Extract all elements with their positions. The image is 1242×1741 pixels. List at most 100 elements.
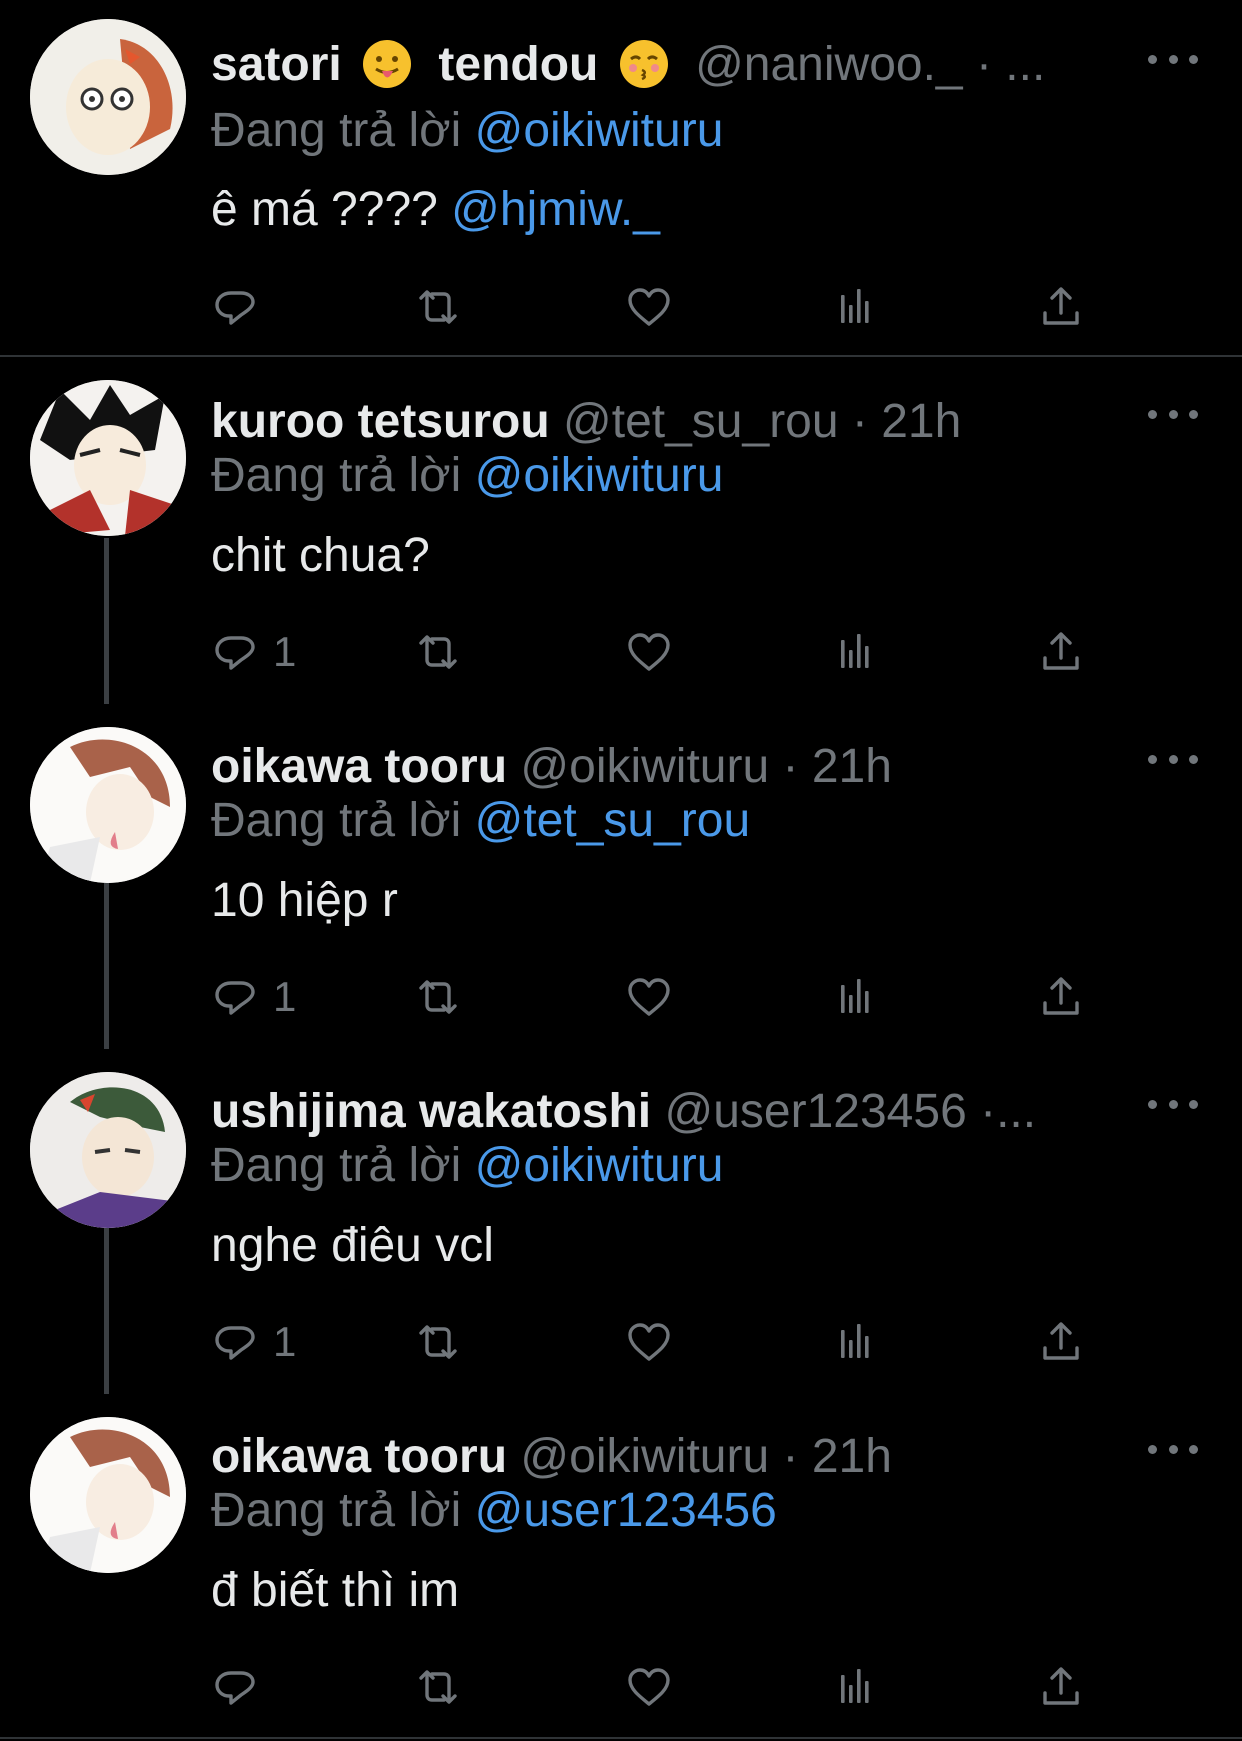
avatar-oikawa[interactable] <box>30 1417 186 1573</box>
display-name[interactable]: kuroo tetsurou <box>211 395 550 448</box>
handle[interactable]: @naniwoo._ · ... <box>695 38 1045 91</box>
retweet-button[interactable] <box>414 622 462 682</box>
reply-button[interactable]: 1 <box>211 967 296 1027</box>
retweet-icon <box>419 1670 457 1704</box>
tweet-actions <box>211 277 1091 337</box>
replying-to: Đang trả lời @oikiwituru <box>211 101 723 161</box>
replying-to: Đang trả lời @user123456 <box>211 1481 777 1541</box>
replying-label: Đang trả lời <box>211 794 462 847</box>
reply-button[interactable]: 1 <box>211 1312 296 1372</box>
reply-icon <box>215 981 255 1015</box>
reply-button[interactable]: 1 <box>211 622 296 682</box>
reply-count: 1 <box>273 973 297 1020</box>
like-icon <box>628 288 670 326</box>
views-button[interactable] <box>833 622 881 682</box>
views-button[interactable] <box>833 277 881 337</box>
like-icon <box>628 978 670 1016</box>
replying-mention[interactable]: @oikiwituru <box>475 104 724 157</box>
avatar-satori[interactable] <box>30 19 186 175</box>
more-icon[interactable] <box>1148 44 1198 74</box>
display-name[interactable]: ushijima wakatoshi <box>211 1085 651 1138</box>
retweet-icon <box>419 1325 457 1359</box>
retweet-button[interactable] <box>414 1657 462 1717</box>
retweet-button[interactable] <box>414 967 462 1027</box>
tweet-header: ushijima wakatoshi @user123456 ·... <box>211 1082 1092 1142</box>
reply-icon <box>215 1326 255 1360</box>
more-icon[interactable] <box>1148 1434 1198 1464</box>
tweet-4[interactable]: ushijima wakatoshi @user123456 ·... Đang… <box>0 1048 1242 1393</box>
replying-to: Đang trả lời @oikiwituru <box>211 446 723 506</box>
tweet-divider <box>0 1737 1242 1739</box>
share-icon <box>1043 287 1079 325</box>
share-button[interactable] <box>1037 622 1085 682</box>
share-button[interactable] <box>1037 1312 1085 1372</box>
replying-mention[interactable]: @oikiwituru <box>475 449 724 502</box>
tweet-3[interactable]: oikawa tooru @oikiwituru · 21h Đang trả … <box>0 703 1242 1048</box>
tweet-text: nghe điêu vcl <box>211 1219 494 1272</box>
share-button[interactable] <box>1037 967 1085 1027</box>
tweet-text-mention[interactable]: @hjmiw._ <box>451 183 660 236</box>
tweet-text-prefix: ê má ???? <box>211 183 438 236</box>
tweet-text: ê má ???? @hjmiw._ <box>211 180 660 240</box>
views-button[interactable] <box>833 1657 881 1717</box>
handle[interactable]: @tet_su_rou · 21h <box>563 395 961 448</box>
like-button[interactable] <box>625 967 673 1027</box>
avatar-oikawa[interactable] <box>30 727 186 883</box>
retweet-button[interactable] <box>414 277 462 337</box>
share-button[interactable] <box>1037 1657 1085 1717</box>
retweet-icon <box>419 635 457 669</box>
reply-count: 1 <box>273 1318 297 1365</box>
share-icon <box>1043 1667 1079 1705</box>
more-icon[interactable] <box>1148 744 1198 774</box>
like-button[interactable] <box>625 1312 673 1372</box>
avatar-ushijima[interactable] <box>30 1072 186 1228</box>
display-name-2[interactable]: tendou <box>438 38 598 91</box>
more-icon[interactable] <box>1148 399 1198 429</box>
tweet-text: đ biết thì im <box>211 1564 460 1617</box>
reply-button[interactable] <box>211 1657 259 1717</box>
reply-button[interactable] <box>211 277 259 337</box>
tweet-header: satori tendou @naniwoo._ · ... <box>211 35 1092 95</box>
display-name[interactable]: satori <box>211 38 342 91</box>
tweet-2[interactable]: kuroo tetsurou @tet_su_rou · 21h Đang tr… <box>0 358 1242 703</box>
replying-mention[interactable]: @tet_su_rou <box>475 794 751 847</box>
views-button[interactable] <box>833 1312 881 1372</box>
tweet-text: 10 hiệp r <box>211 874 398 927</box>
like-button[interactable] <box>625 622 673 682</box>
display-name[interactable]: oikawa tooru <box>211 1430 507 1483</box>
display-name[interactable]: oikawa tooru <box>211 740 507 793</box>
tweet-divider <box>0 355 1242 357</box>
like-icon <box>628 1668 670 1706</box>
tongue-emoji-icon <box>363 40 412 88</box>
replying-to: Đang trả lời @oikiwituru <box>211 1136 723 1196</box>
views-icon <box>841 1324 869 1358</box>
tweet-actions: 1 <box>211 622 1091 682</box>
share-button[interactable] <box>1037 277 1085 337</box>
retweet-icon <box>419 290 457 324</box>
handle[interactable]: @user123456 ·... <box>664 1085 1036 1138</box>
tweet-text: chit chua? <box>211 529 430 582</box>
like-button[interactable] <box>625 1657 673 1717</box>
replying-mention[interactable]: @oikiwituru <box>475 1139 724 1192</box>
avatar-kuroo[interactable] <box>30 380 186 536</box>
share-icon <box>1043 977 1079 1015</box>
views-icon <box>841 289 869 323</box>
views-icon <box>841 1669 869 1703</box>
views-icon <box>841 634 869 668</box>
retweet-button[interactable] <box>414 1312 462 1372</box>
tweet-actions <box>211 1657 1091 1717</box>
share-icon <box>1043 632 1079 670</box>
handle[interactable]: @oikiwituru · 21h <box>520 740 892 793</box>
like-icon <box>628 633 670 671</box>
more-icon[interactable] <box>1148 1089 1198 1119</box>
tweet-actions: 1 <box>211 1312 1091 1372</box>
replying-mention[interactable]: @user123456 <box>475 1484 777 1537</box>
tweet-1[interactable]: satori tendou @naniwoo._ · ... Đang trả … <box>0 0 1242 356</box>
tweet-5[interactable]: oikawa tooru @oikiwituru · 21h Đang trả … <box>0 1393 1242 1738</box>
like-button[interactable] <box>625 277 673 337</box>
kissing-emoji-icon <box>619 40 668 88</box>
reply-icon <box>215 1671 255 1705</box>
handle[interactable]: @oikiwituru · 21h <box>520 1430 892 1483</box>
views-button[interactable] <box>833 967 881 1027</box>
replying-label: Đang trả lời <box>211 1484 462 1537</box>
